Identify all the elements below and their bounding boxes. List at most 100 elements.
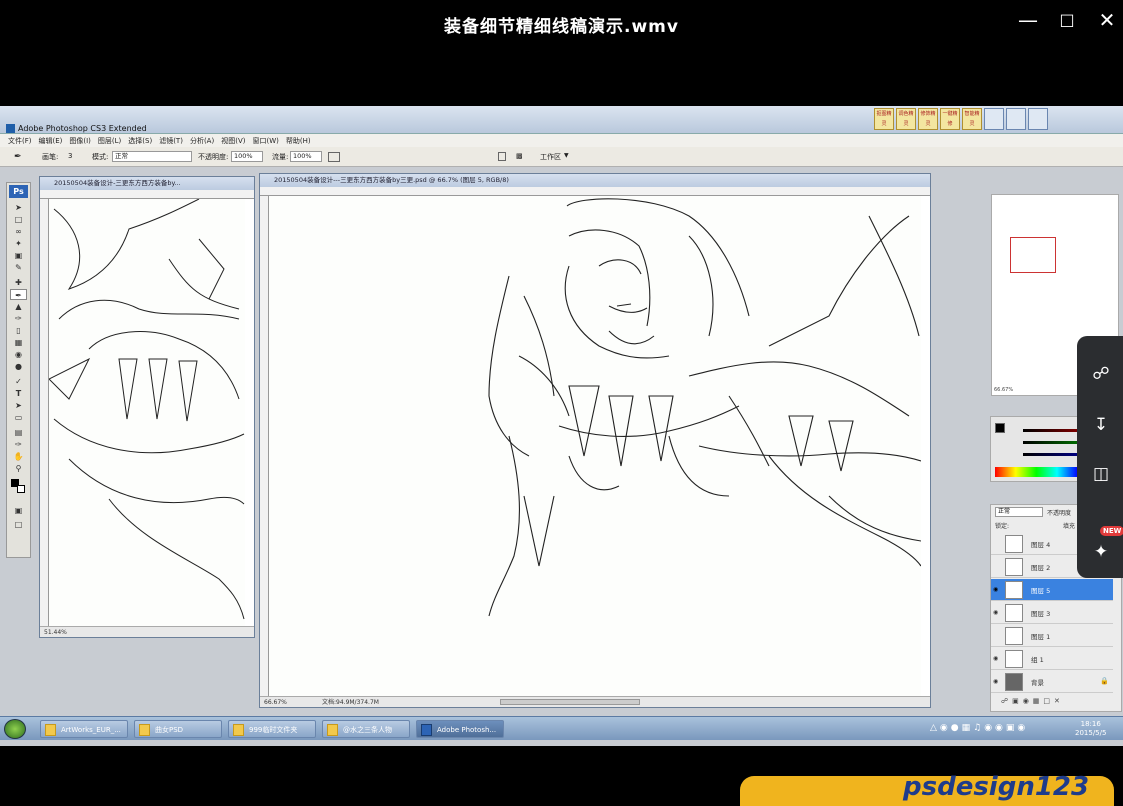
- plugin-button[interactable]: 一键精修: [940, 108, 960, 130]
- delete-icon[interactable]: ◫: [1090, 463, 1112, 485]
- pen-tool-icon[interactable]: ✓: [10, 376, 27, 387]
- eye-icon[interactable]: ◉: [993, 678, 1001, 686]
- pin-icon[interactable]: ✦: [1090, 541, 1112, 563]
- layer-row[interactable]: 图层 1: [991, 625, 1113, 647]
- workspace-menu[interactable]: 工作区: [540, 152, 561, 162]
- path-select-icon[interactable]: ➤: [10, 400, 27, 411]
- share-icon[interactable]: ☍: [1090, 363, 1112, 385]
- plugin-button[interactable]: 修饰精灵: [918, 108, 938, 130]
- shape-tool-icon[interactable]: ▭: [10, 412, 27, 423]
- move-tool-icon[interactable]: ➤: [10, 202, 27, 213]
- menu-item-select[interactable]: 选择(S): [128, 136, 152, 146]
- eye-icon[interactable]: ◉: [993, 586, 1001, 594]
- plugin-button[interactable]: 抠图精灵: [874, 108, 894, 130]
- magic-wand-icon[interactable]: ✦: [10, 238, 27, 249]
- settings-icon[interactable]: [984, 108, 1004, 130]
- quick-mask-icon[interactable]: ▣: [10, 505, 27, 516]
- menu-item-view[interactable]: 视图(V): [221, 136, 245, 146]
- video-title: 装备细节精细线稿演示.wmv: [444, 17, 679, 37]
- slice-tool-icon[interactable]: ✎: [10, 262, 27, 273]
- visibility-toggle[interactable]: [993, 632, 1001, 640]
- eye-icon[interactable]: ◉: [993, 609, 1001, 617]
- minimize-icon[interactable]: —: [1015, 8, 1041, 32]
- type-tool-icon[interactable]: T: [10, 388, 27, 399]
- history-brush-icon[interactable]: ✑: [10, 313, 27, 324]
- taskbar-item[interactable]: ArtWorks_EUR_...: [40, 720, 128, 738]
- workspace-icon[interactable]: ▩: [516, 152, 523, 160]
- crop-tool-icon[interactable]: ▣: [10, 250, 27, 261]
- menu-item-help[interactable]: 帮助(H): [286, 136, 311, 146]
- menu-item-filter[interactable]: 滤镜(T): [159, 136, 183, 146]
- stamp-tool-icon[interactable]: ▲: [10, 301, 27, 312]
- marquee-tool-icon[interactable]: □: [10, 214, 27, 225]
- flow-label: 流量:: [272, 153, 289, 161]
- blur-tool-icon[interactable]: ◉: [10, 349, 27, 360]
- document-size[interactable]: 文档:94.9M/374.7M: [322, 697, 379, 708]
- layer-name: 图层 1: [1031, 633, 1051, 641]
- brush-size[interactable]: 3: [68, 152, 72, 160]
- close-icon[interactable]: ✕: [1094, 8, 1120, 32]
- taskbar-item[interactable]: 999临时文件夹: [228, 720, 316, 738]
- canvas-main[interactable]: [269, 196, 921, 696]
- download-icon[interactable]: ↧: [1090, 414, 1112, 436]
- horizontal-scrollbar[interactable]: [500, 699, 640, 705]
- edit-icon[interactable]: [1028, 108, 1048, 130]
- visibility-toggle[interactable]: [993, 563, 1001, 571]
- plugin-toolbar: 抠图精灵 调色精灵 修饰精灵 一键精修 智能精灵: [874, 108, 1048, 132]
- monitor-icon[interactable]: [1006, 108, 1026, 130]
- layer-row[interactable]: ◉ 图层 3: [991, 602, 1113, 624]
- layer-row-selected[interactable]: ◉ 图层 5: [991, 579, 1113, 601]
- document-window-left[interactable]: 20150504装备设计-三更东方西方装备by... 51.44%: [39, 176, 255, 638]
- chevron-down-icon[interactable]: ▼: [564, 152, 569, 159]
- plugin-button[interactable]: 调色精灵: [896, 108, 916, 130]
- eye-icon[interactable]: ◉: [993, 655, 1001, 663]
- hand-tool-icon[interactable]: ✋: [10, 451, 27, 462]
- brush-tool-icon[interactable]: ✒: [10, 289, 27, 300]
- visibility-toggle[interactable]: [993, 540, 1001, 548]
- opacity-input[interactable]: 100%: [231, 151, 263, 162]
- navigator-zoom[interactable]: 66.67%: [994, 387, 1013, 393]
- document-window-main[interactable]: 20150504装备设计---三更东方西方装备by三更.psd @ 66.7% …: [259, 173, 931, 708]
- canvas-left[interactable]: [49, 199, 245, 627]
- plugin-button[interactable]: 智能精灵: [962, 108, 982, 130]
- foreground-color-swatch[interactable]: [995, 423, 1005, 433]
- taskbar-item[interactable]: @水之三条人物: [322, 720, 410, 738]
- menu-item-layer[interactable]: 图层(L): [98, 136, 121, 146]
- layer-thumbnail: [1005, 558, 1023, 576]
- flow-input[interactable]: 100%: [290, 151, 322, 162]
- background-color-swatch[interactable]: [17, 485, 25, 493]
- lasso-tool-icon[interactable]: ∞: [10, 226, 27, 237]
- start-button[interactable]: [4, 719, 26, 739]
- layer-row[interactable]: ◉ 组 1: [991, 648, 1113, 670]
- notes-tool-icon[interactable]: ▤: [10, 427, 27, 438]
- healing-tool-icon[interactable]: ✚: [10, 277, 27, 288]
- zoom-tool-icon[interactable]: ⚲: [10, 463, 27, 474]
- taskbar-item-photoshop[interactable]: Adobe Photosh...: [416, 720, 504, 738]
- eyedropper-tool-icon[interactable]: ✑: [10, 439, 27, 450]
- taskbar-item[interactable]: 曲女PSD: [134, 720, 222, 738]
- mode-select[interactable]: 正常: [112, 151, 192, 162]
- airbrush-icon[interactable]: [328, 152, 340, 162]
- gradient-tool-icon[interactable]: ▦: [10, 337, 27, 348]
- system-clock[interactable]: 18:16 2015/5/5: [1075, 720, 1106, 738]
- ps-titlebar: Adobe Photoshop CS3 Extended 抠图精灵 调色精灵 修…: [0, 106, 1123, 134]
- zoom-level-main[interactable]: 66.67%: [264, 699, 287, 706]
- maximize-icon[interactable]: □: [1054, 8, 1080, 32]
- screen-mode-icon[interactable]: □: [10, 519, 27, 530]
- eraser-tool-icon[interactable]: ▯: [10, 325, 27, 336]
- zoom-level-left[interactable]: 51.44%: [44, 629, 67, 636]
- blend-mode-select[interactable]: 正常: [995, 507, 1043, 517]
- palette-icon[interactable]: [498, 152, 506, 161]
- menu-item-analysis[interactable]: 分析(A): [190, 136, 214, 146]
- navigator-view-box[interactable]: [1010, 237, 1056, 273]
- menu-item-window[interactable]: 窗口(W): [252, 136, 278, 146]
- brush-tool-icon[interactable]: ✒: [14, 152, 22, 162]
- layer-thumbnail: [1005, 535, 1023, 553]
- dodge-tool-icon[interactable]: ●: [10, 361, 27, 372]
- system-tray[interactable]: △◉●▦♫◉◉▣◉: [930, 723, 1028, 733]
- menu-item-image[interactable]: 图像(I): [69, 136, 91, 146]
- layer-actions[interactable]: ☍▣◉▦□✕: [1001, 697, 1064, 705]
- layer-row[interactable]: ◉ 背景 🔒: [991, 671, 1113, 693]
- menu-item-file[interactable]: 文件(F): [8, 136, 32, 146]
- menu-item-edit[interactable]: 编辑(E): [39, 136, 63, 146]
